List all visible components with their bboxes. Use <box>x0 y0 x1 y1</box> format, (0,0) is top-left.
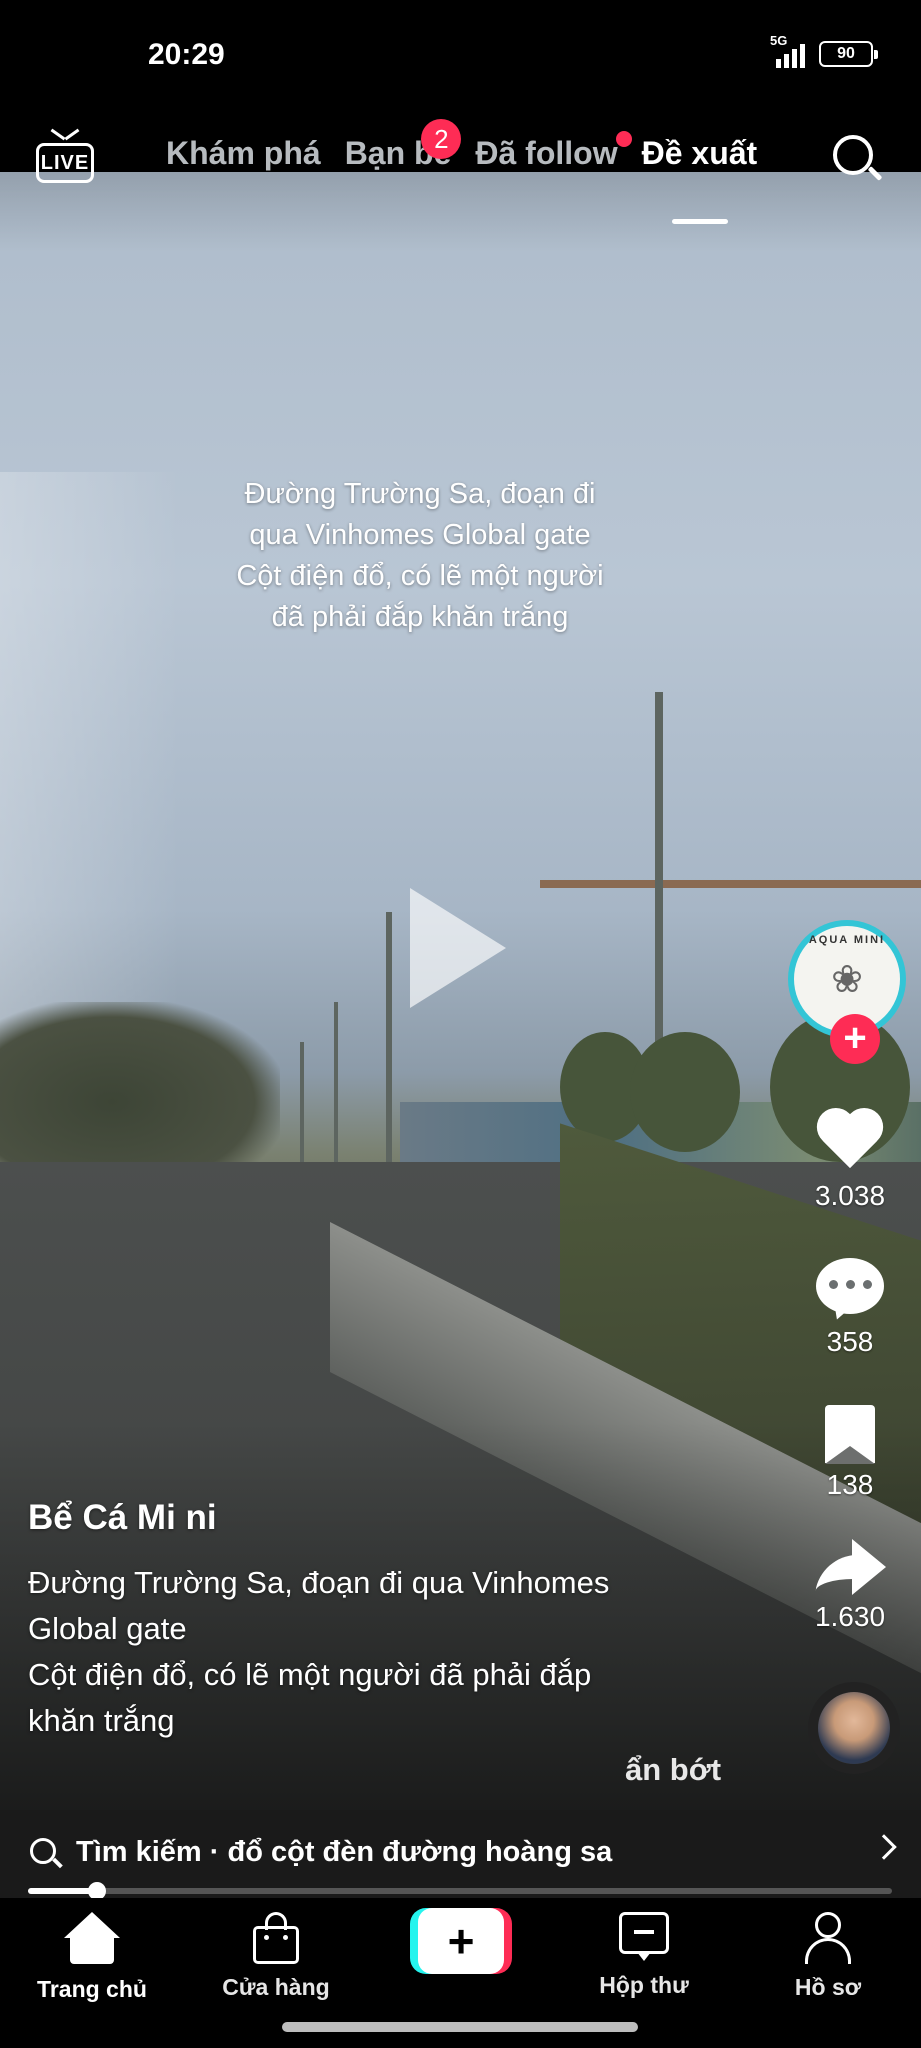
caption-line: Cột điện đổ, có lẽ một người đã phải đắp <box>28 1657 592 1692</box>
share-button[interactable]: 1.630 <box>780 1535 920 1633</box>
bookmark-icon <box>825 1405 875 1464</box>
tab-de-xuat[interactable]: Đề xuất <box>642 135 757 224</box>
create-button[interactable]: + <box>410 1908 512 1974</box>
creator-avatar[interactable]: AQUA MINI ❀ + <box>788 920 906 1065</box>
inbox-icon <box>619 1912 669 1962</box>
live-icon: LIVE <box>36 143 94 183</box>
bookmark-count: 138 <box>826 1469 874 1500</box>
search-icon <box>30 1838 63 1870</box>
video-caption: Bể Cá Mi ni Đường Trường Sa, đoạn đi qua… <box>28 1498 748 1744</box>
share-icon <box>814 1535 886 1595</box>
notification-badge: 2 <box>421 119 462 159</box>
caption-text: Đường Trường Sa, đoạn đi qua Vinhomes Gl… <box>28 1560 748 1744</box>
overlay-line: Đường Trường Sa, đoạn đi <box>244 478 596 510</box>
nav-shop-label: Cửa hàng <box>222 1974 330 2000</box>
progress-fill <box>28 1888 98 1894</box>
nav-profile[interactable]: Hồ sơ <box>748 1912 908 2001</box>
follow-button[interactable]: + <box>830 1014 880 1064</box>
nav-shop[interactable]: Cửa hàng <box>196 1912 356 2001</box>
nav-profile-label: Hồ sơ <box>794 1974 862 2000</box>
top-nav: LIVE Khám phá Bạn bè 2 Đã follow Đề xuất <box>0 115 921 224</box>
music-disc[interactable] <box>808 1682 900 1774</box>
network-type: 5G <box>770 33 788 48</box>
signal-icon: 5G <box>770 34 805 68</box>
nav-inbox-label: Hộp thư <box>599 1972 689 1998</box>
status-time: 20:29 <box>148 38 225 71</box>
like-button[interactable]: 3.038 <box>780 1110 920 1212</box>
overlay-line: đã phải đắp khăn trắng <box>271 601 569 633</box>
tab-da-follow[interactable]: Đã follow <box>475 131 632 172</box>
comment-count: 358 <box>826 1326 874 1357</box>
profile-icon <box>805 1912 851 1964</box>
video-progress-bar[interactable] <box>28 1882 892 1900</box>
heart-icon <box>814 1110 886 1174</box>
battery-level: 90 <box>837 45 855 62</box>
nav-home-label: Trang chủ <box>37 1976 147 2002</box>
sound-avatar <box>818 1692 890 1764</box>
tab-kham-pha[interactable]: Khám phá <box>166 135 321 172</box>
feed-tabs: Khám phá Bạn bè 2 Đã follow Đề xuất <box>166 119 757 224</box>
chevron-right-icon <box>871 1834 897 1860</box>
caption-line: khăn trắng <box>28 1703 175 1738</box>
tab-ban-be[interactable]: Bạn bè 2 <box>345 119 462 172</box>
home-indicator <box>282 2022 638 2032</box>
bookmark-button[interactable]: 138 <box>780 1405 920 1501</box>
overlay-line: Cột điện đổ, có lẽ một người <box>236 560 604 592</box>
like-count: 3.038 <box>814 1180 886 1211</box>
crane <box>540 880 921 888</box>
related-search-bar[interactable]: Tìm kiếm · đổ cột đèn đường hoàng sa <box>0 1810 921 1898</box>
caption-line: Đường Trường Sa, đoạn đi qua Vinhomes <box>28 1565 610 1600</box>
shopping-bag-icon <box>253 1912 299 1964</box>
video-overlay-text: Đường Trường Sa, đoạn đi qua Vinhomes Gl… <box>160 474 680 638</box>
nav-home[interactable]: Trang chủ <box>12 1912 172 2003</box>
share-count: 1.630 <box>814 1601 886 1632</box>
active-tab-indicator <box>671 219 728 224</box>
live-button[interactable]: LIVE <box>36 129 96 187</box>
status-bar: 20:29 5G 90 <box>0 0 921 115</box>
avatar-text: AQUA MINI <box>808 934 886 946</box>
search-button[interactable] <box>831 133 883 185</box>
play-button[interactable] <box>410 888 510 1008</box>
home-icon <box>64 1912 120 1966</box>
author-name[interactable]: Bể Cá Mi ni <box>28 1498 748 1538</box>
show-less-button[interactable]: ẩn bớt <box>625 1752 721 1788</box>
caption-line: Global gate <box>28 1611 187 1646</box>
overlay-line: qua Vinhomes Global gate <box>249 519 591 551</box>
comment-button[interactable]: 358 <box>780 1258 920 1358</box>
new-dot <box>615 131 632 147</box>
comment-icon <box>816 1258 884 1323</box>
play-icon <box>410 888 506 1008</box>
status-icons: 5G 90 <box>770 34 878 68</box>
fish-icon: ❀ <box>831 958 863 1001</box>
battery-icon: 90 <box>819 41 878 67</box>
nav-inbox[interactable]: Hộp thư <box>564 1912 724 1999</box>
plus-icon: + <box>418 1908 504 1974</box>
related-search-label: Tìm kiếm · đổ cột đèn đường hoàng sa <box>76 1836 613 1868</box>
